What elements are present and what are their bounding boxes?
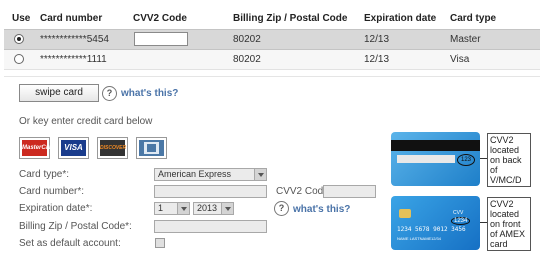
visa-logo-text: VISA (61, 140, 86, 156)
card-cvv-digits: 1234 (451, 217, 471, 225)
saved-cards-header: Use Card number CVV2 Code Billing Zip / … (4, 8, 540, 28)
callout-pointer (480, 222, 487, 223)
discover-logo-text: DISCOVER (100, 140, 126, 156)
exp-year-select[interactable]: 2013 (193, 202, 234, 215)
callout-line: CVV2 (490, 135, 514, 145)
header-card-type: Card type (450, 13, 497, 24)
cvv2-field[interactable] (323, 185, 376, 198)
exp-month-select[interactable]: 1 (154, 202, 190, 215)
card-cvv-mark: CVV (453, 210, 464, 216)
divider (4, 76, 540, 77)
callout-line: V/MC/D (490, 175, 522, 185)
callout-line: of (490, 165, 498, 175)
card-type-label: Card type*: (19, 169, 70, 180)
zip-cell: 80202 (233, 54, 261, 65)
table-row[interactable]: ************5454 80202 12/13 Master (4, 29, 540, 50)
callout-line: located (490, 145, 520, 155)
card-type-select[interactable]: American Express (154, 168, 267, 181)
expiration-cell: 12/13 (364, 54, 390, 65)
card-exp-text: 12/34 (431, 236, 442, 241)
expiration-label: Expiration date*: (19, 203, 93, 214)
zip-cell: 80202 (233, 34, 261, 45)
whats-this-link[interactable]: what's this? (121, 88, 178, 99)
amex-centurion-icon (144, 142, 159, 154)
exp-year-value: 2013 (197, 203, 218, 213)
callout-line: on front (490, 219, 521, 229)
amex-logo[interactable] (136, 137, 167, 159)
card-number-cell: ************1111 (40, 54, 107, 65)
exp-month-value: 1 (158, 203, 164, 213)
callout-line: of AMEX (490, 229, 526, 239)
default-account-label: Set as default account: (19, 238, 121, 249)
discover-logo[interactable]: DISCOVER (97, 137, 128, 159)
amex-logo-face (139, 140, 164, 156)
swipe-card-button[interactable]: swipe card (19, 84, 99, 102)
expiration-cell: 12/13 (364, 34, 390, 45)
card-type-cell: Master (450, 34, 481, 45)
use-radio-selected[interactable] (14, 34, 24, 44)
card-type-value: American Express (158, 169, 232, 179)
mastercard-logo-text: MasterCard (22, 140, 55, 156)
table-row[interactable]: ************1111 80202 12/13 Visa (4, 50, 540, 70)
callout-line: CVV2 (490, 199, 514, 209)
manual-entry-heading: Or key enter credit card below (19, 116, 153, 127)
card-front-image: CVV 1234 1234 5678 9012 3456 NAME LASTNA… (391, 196, 480, 250)
cvv-highlight: 123 (457, 154, 475, 166)
callout-line: card (490, 239, 508, 249)
help-icon[interactable]: ? (102, 86, 117, 101)
callout-line: on back (490, 155, 522, 165)
card-name-text: NAME LASTNAME (397, 236, 432, 241)
card-number-input[interactable] (154, 185, 267, 198)
cvv2-input[interactable] (134, 32, 188, 46)
chevron-down-icon (254, 169, 266, 180)
callout-line: located (490, 209, 520, 219)
default-account-checkbox[interactable] (155, 238, 165, 248)
cvv-front-callout: CVV2 located on front of AMEX card (487, 197, 531, 251)
card-back-image: 123 (391, 132, 480, 186)
cvv-back-callout: CVV2 located on back of V/MC/D (487, 133, 531, 187)
mastercard-logo[interactable]: MasterCard (19, 137, 55, 159)
header-card-number: Card number (40, 13, 103, 24)
zip-input[interactable] (154, 220, 267, 233)
use-radio[interactable] (14, 54, 24, 64)
help-icon[interactable]: ? (274, 201, 289, 216)
card-type-cell: Visa (450, 54, 470, 65)
zip-label: Billing Zip / Postal Code*: (19, 221, 132, 232)
callout-pointer (480, 158, 487, 159)
whats-this-link[interactable]: what's this? (293, 204, 350, 215)
header-cvv2: CVV2 Code (133, 13, 187, 24)
card-number-text: 1234 5678 9012 3456 (397, 226, 466, 233)
header-use: Use (12, 13, 31, 24)
visa-logo[interactable]: VISA (58, 137, 89, 159)
chevron-down-icon (177, 203, 189, 214)
card-number-label: Card number*: (19, 186, 85, 197)
signature-strip (397, 155, 455, 163)
chevron-down-icon (221, 203, 233, 214)
header-zip: Billing Zip / Postal Code (233, 13, 348, 24)
chip-icon (399, 209, 411, 218)
header-expiration: Expiration date (364, 13, 437, 24)
card-number-cell: ************5454 (40, 34, 109, 45)
magnetic-stripe (391, 140, 480, 151)
